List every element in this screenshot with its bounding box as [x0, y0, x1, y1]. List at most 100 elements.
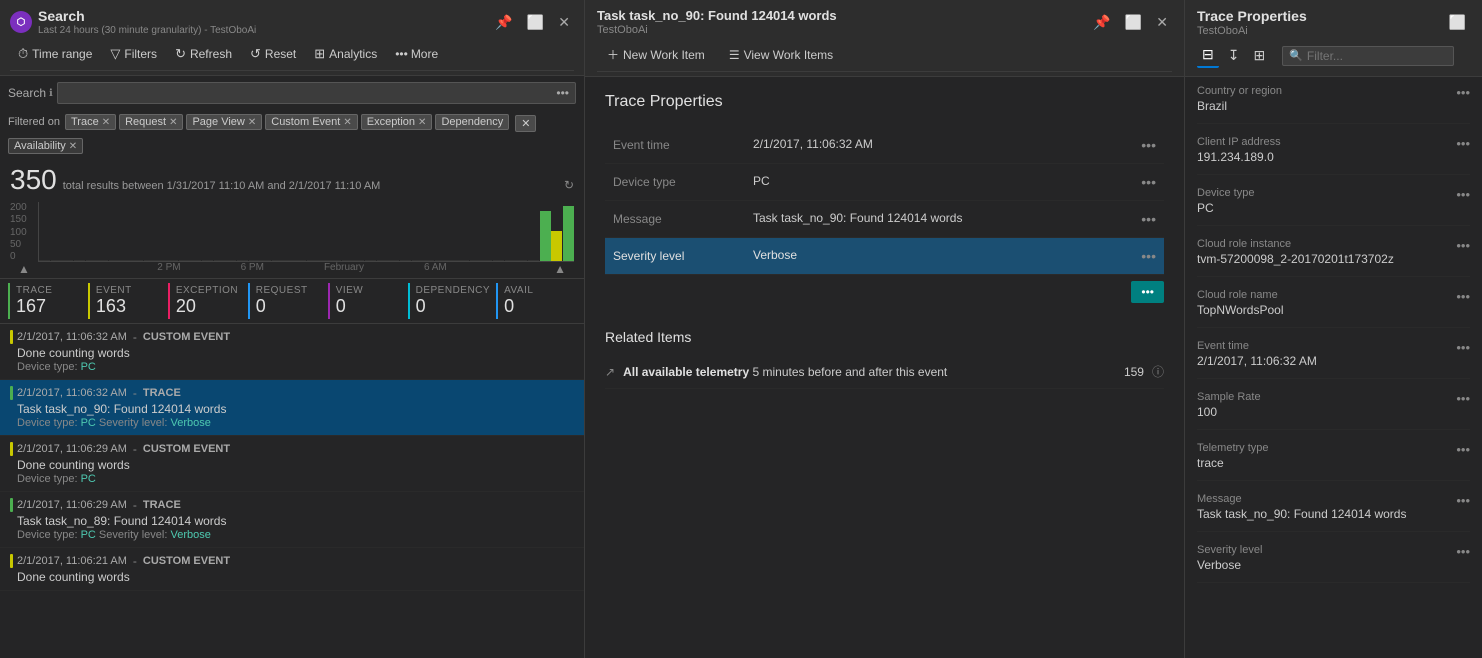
filters-button[interactable]: ▽ Filters — [102, 42, 165, 66]
filter-tag-customevent[interactable]: Custom Event ✕ — [265, 114, 357, 130]
event-dot-yellow — [10, 554, 13, 568]
eventtime-right-value: 2/1/2017, 11:06:32 AM — [1197, 354, 1470, 368]
bar-empty — [528, 260, 539, 261]
telemetrytype-dots[interactable]: ••• — [1456, 442, 1470, 457]
search-options-icon[interactable]: ••• — [550, 83, 575, 103]
filtered-on-label: Filtered on — [8, 116, 60, 128]
remove-request-icon[interactable]: ✕ — [169, 117, 177, 128]
bar-empty — [202, 260, 213, 261]
stat-exception[interactable]: EXCEPTION 20 — [168, 283, 248, 319]
remove-customevent-icon[interactable]: ✕ — [343, 117, 351, 128]
remove-avail-icon[interactable]: ✕ — [69, 141, 77, 152]
chart-area: 200 150 100 50 0 — [0, 198, 584, 278]
devicetype-options[interactable]: ••• — [1141, 174, 1156, 190]
related-items-title: Related Items — [605, 329, 1164, 345]
remove-pageview-icon[interactable]: ✕ — [248, 117, 256, 128]
middle-pin-icon[interactable]: 📌 — [1089, 12, 1114, 33]
view-work-items-button[interactable]: ☰ View Work Items — [719, 42, 843, 67]
refresh-button[interactable]: ↻ Refresh — [167, 42, 240, 66]
maximize-icon[interactable]: ⬜ — [523, 12, 548, 33]
search-input[interactable] — [58, 83, 551, 103]
bar-empty — [295, 260, 306, 261]
right-view-btn-1[interactable]: ⊟ — [1197, 43, 1219, 68]
event-header: 2/1/2017, 11:06:32 AM - TRACE — [10, 386, 574, 400]
severity-right-dots[interactable]: ••• — [1456, 544, 1470, 559]
clientip-dots[interactable]: ••• — [1456, 136, 1470, 151]
reset-icon: ↺ — [250, 46, 261, 62]
bar-empty — [400, 260, 411, 261]
middle-close-icon[interactable]: ✕ — [1152, 12, 1172, 33]
chart-left-arrow[interactable]: ▲ — [18, 262, 30, 276]
analytics-button[interactable]: ⊞ Analytics — [306, 42, 385, 66]
devicetype-right-dots[interactable]: ••• — [1456, 187, 1470, 202]
left-panel-header: ⬡ Search Last 24 hours (30 minute granul… — [0, 0, 584, 76]
samplerate-dots[interactable]: ••• — [1456, 391, 1470, 406]
related-info-icon[interactable]: ⓘ — [1152, 363, 1164, 380]
bar-spike-green — [540, 211, 551, 261]
left-panel-title-text: Search — [38, 8, 256, 24]
eventtime-options[interactable]: ••• — [1141, 137, 1156, 153]
stat-request[interactable]: REQUEST 0 — [248, 283, 328, 319]
remove-exception-icon[interactable]: ✕ — [418, 117, 426, 128]
filter-search-icon: 🔍 — [1289, 49, 1303, 62]
event-item[interactable]: 2/1/2017, 11:06:32 AM - CUSTOM EVENT Don… — [0, 324, 584, 380]
event-item[interactable]: 2/1/2017, 11:06:29 AM - CUSTOM EVENT Don… — [0, 436, 584, 492]
time-range-button[interactable]: ⏱ Time range — [10, 42, 100, 66]
stat-event[interactable]: EVENT 163 — [88, 283, 168, 319]
bar-empty — [446, 260, 457, 261]
message-right-dots[interactable]: ••• — [1456, 493, 1470, 508]
right-view-btn-3[interactable]: ⊞ — [1248, 44, 1270, 67]
right-panel-header: Trace Properties TestOboAi ⬜ ⊟ ↧ ⊞ 🔍 — [1185, 0, 1482, 77]
more-dots-button[interactable]: ••• — [1131, 281, 1164, 303]
right-filter-input[interactable] — [1307, 49, 1447, 63]
stat-dependency[interactable]: DEPENDENCY 0 — [408, 283, 496, 319]
results-text: total results between 1/31/2017 11:10 AM… — [63, 180, 381, 192]
filter-tag-dependency[interactable]: Dependency — [435, 114, 509, 130]
filter-tag-pageview[interactable]: Page View ✕ — [186, 114, 262, 130]
close-icon[interactable]: ✕ — [554, 12, 574, 33]
more-button[interactable]: ••• More — [387, 43, 446, 65]
bar-empty — [97, 260, 108, 261]
reset-button[interactable]: ↺ Reset — [242, 42, 304, 66]
cloudname-dots[interactable]: ••• — [1456, 289, 1470, 304]
bar-empty — [225, 260, 236, 261]
bar-empty — [237, 260, 248, 261]
prop-value-severity: Verbose ••• — [745, 238, 1164, 275]
bar-empty — [307, 260, 318, 261]
table-row-message: Message Task task_no_90: Found 124014 wo… — [605, 201, 1164, 238]
stat-avail[interactable]: AVAIL 0 — [496, 283, 576, 319]
filter-tag-request[interactable]: Request ✕ — [119, 114, 183, 130]
chart-right-arrow[interactable]: ▲ — [554, 262, 566, 276]
bar-empty — [144, 260, 155, 261]
message-options[interactable]: ••• — [1141, 211, 1156, 227]
eventtime-right-dots[interactable]: ••• — [1456, 340, 1470, 355]
cloudinstance-dots[interactable]: ••• — [1456, 238, 1470, 253]
right-prop-cloudname: Cloud role name••• TopNWordsPool — [1197, 289, 1470, 328]
country-dots[interactable]: ••• — [1456, 85, 1470, 100]
event-item[interactable]: 2/1/2017, 11:06:21 AM - CUSTOM EVENT Don… — [0, 548, 584, 591]
filter-tag-trace[interactable]: Trace ✕ — [65, 114, 116, 130]
chart-arrows: ▲ 2 PM 6 PM February 6 AM ▲ — [18, 262, 566, 276]
new-work-item-button[interactable]: ＋ New Work Item — [597, 42, 715, 67]
severity-options[interactable]: ••• — [1141, 248, 1156, 264]
remove-trace-icon[interactable]: ✕ — [102, 117, 110, 128]
right-maximize-icon[interactable]: ⬜ — [1445, 12, 1470, 33]
filter-tag-exception[interactable]: Exception ✕ — [361, 114, 433, 130]
right-prop-country: Country or region••• Brazil — [1197, 85, 1470, 124]
middle-maximize-icon[interactable]: ⬜ — [1121, 12, 1146, 33]
stat-trace[interactable]: TRACE 167 — [8, 283, 88, 319]
event-item-selected[interactable]: 2/1/2017, 11:06:32 AM - TRACE Task task_… — [0, 380, 584, 436]
prop-label-eventtime: Event time — [605, 127, 745, 164]
filter-tag-availability[interactable]: Availability ✕ — [8, 138, 83, 154]
event-dot-yellow — [10, 330, 13, 344]
related-item[interactable]: ↗ All available telemetry 5 minutes befo… — [605, 355, 1164, 389]
remove-all-icon[interactable]: ✕ — [515, 115, 536, 132]
results-refresh-icon[interactable]: ↻ — [564, 178, 574, 192]
chart-y-labels: 200 150 100 50 0 — [10, 202, 27, 262]
stat-view[interactable]: VIEW 0 — [328, 283, 408, 319]
pin-icon[interactable]: 📌 — [491, 12, 516, 33]
right-view-btn-2[interactable]: ↧ — [1223, 44, 1245, 67]
bar-empty — [412, 260, 423, 261]
middle-window-controls: 📌 ⬜ ✕ — [1089, 12, 1172, 33]
event-item[interactable]: 2/1/2017, 11:06:29 AM - TRACE Task task_… — [0, 492, 584, 548]
